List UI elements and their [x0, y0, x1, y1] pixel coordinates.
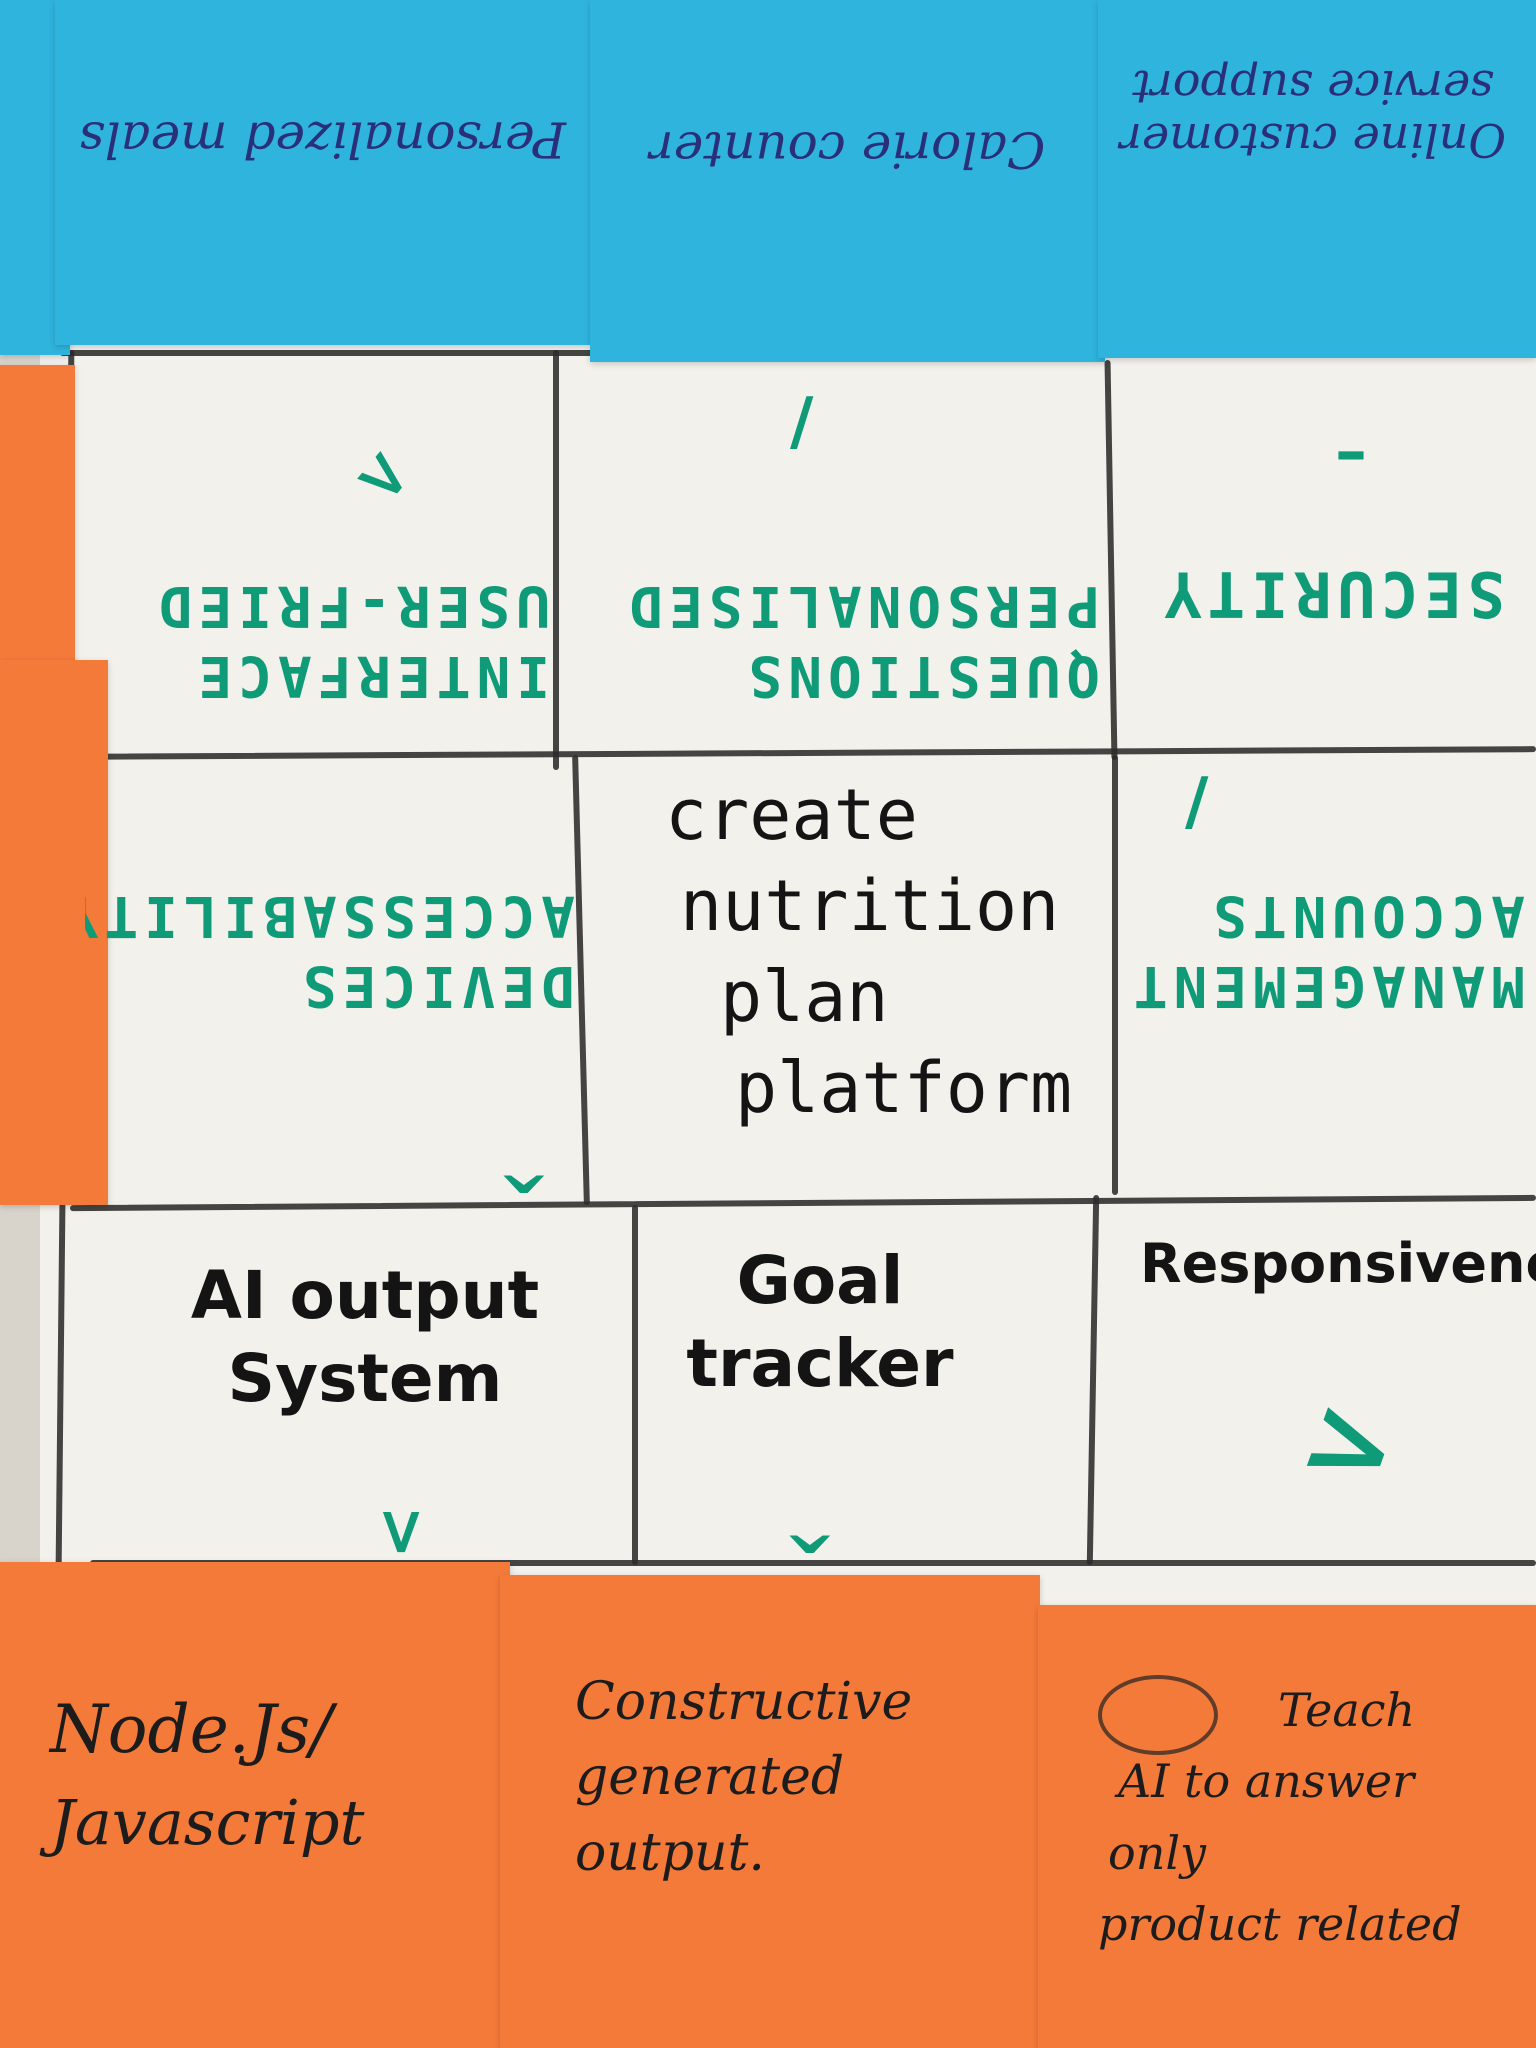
cell-accessibility: DEVICES ACCESSABILITY	[85, 880, 575, 1020]
cell-line: PERSONALISED	[623, 573, 1100, 638]
cell-ai-output: AI output System	[150, 1255, 580, 1420]
sticky-note-orange: Teach AI to answer only product related	[1038, 1605, 1536, 2048]
chevron-icon: ^	[497, 1130, 551, 1204]
central-problem: create nutrition plan platform	[600, 770, 1100, 1134]
note-text: Personalized meals	[79, 110, 566, 169]
center-line: create	[665, 774, 918, 856]
cell-accounts: MANAGEMENT ACCOUNTS	[1125, 880, 1525, 1020]
cell-user-friendly: INTERFACE USER-FRIED	[80, 570, 550, 710]
tick-mark-icon: –	[1335, 415, 1367, 489]
note-line: AI to answer	[1118, 1754, 1415, 1809]
center-line: plan	[720, 956, 889, 1038]
cell-line: ACCESSABILITY	[85, 883, 575, 948]
cell-line: INTERFACE	[192, 643, 550, 708]
grid-line	[632, 1205, 638, 1565]
cell-security: SECURITY	[1158, 557, 1505, 631]
cell-line: QUESTIONS	[742, 643, 1100, 708]
grid-line	[553, 350, 559, 770]
grid-line	[1112, 755, 1118, 1195]
note-text: Online customer service support	[1119, 59, 1507, 167]
sticky-note-blue: Online customer service support	[1098, 0, 1536, 358]
chevron-icon: ^	[783, 1490, 837, 1564]
cell-goal-tracker: Goal tracker	[650, 1240, 990, 1405]
note-line: only	[1108, 1825, 1207, 1880]
chevron-icon: >	[364, 1505, 439, 1559]
cell-personalised: QUESTIONS PERSONALISED	[560, 570, 1100, 710]
cell-line: AI output	[190, 1257, 540, 1334]
cell-line: System	[227, 1339, 503, 1417]
sticky-note-blue: Calorie counter	[590, 0, 1105, 362]
note-line: Constructive	[575, 1672, 913, 1732]
sticky-note-orange: Node.Js/ Javascript	[0, 1562, 510, 2048]
center-line: nutrition	[680, 865, 1060, 947]
cell-line: tracker	[686, 1324, 954, 1402]
scribble-mark	[1098, 1675, 1218, 1755]
tick-mark-icon: /	[1185, 765, 1209, 839]
cell-line: MANAGEMENT	[1127, 953, 1525, 1018]
note-line: product related	[1098, 1896, 1462, 1951]
sticky-note-blue: Personalized meals	[55, 0, 590, 345]
sticky-note-orange: Constructive generated output.	[500, 1575, 1040, 2048]
cell-line: ACCOUNTS	[1207, 883, 1525, 948]
note-text: Constructive generated output.	[575, 1665, 1035, 1891]
note-text: Node.Js/ Javascript	[50, 1682, 490, 1868]
note-line: Javascript	[50, 1785, 365, 1859]
center-line: platform	[735, 1047, 1073, 1129]
cell-line: Goal	[736, 1242, 904, 1319]
cell-line: USER-FRIED	[152, 573, 550, 638]
note-line: output.	[575, 1822, 765, 1883]
cell-line: DEVICES	[296, 953, 575, 1018]
tick-mark-icon: /	[790, 385, 814, 459]
note-line: Node.Js/	[50, 1691, 333, 1768]
note-line: generated	[575, 1747, 845, 1808]
cell-responsiveness: Responsiveness	[1140, 1232, 1536, 1295]
note-text: Calorie counter	[649, 120, 1046, 179]
